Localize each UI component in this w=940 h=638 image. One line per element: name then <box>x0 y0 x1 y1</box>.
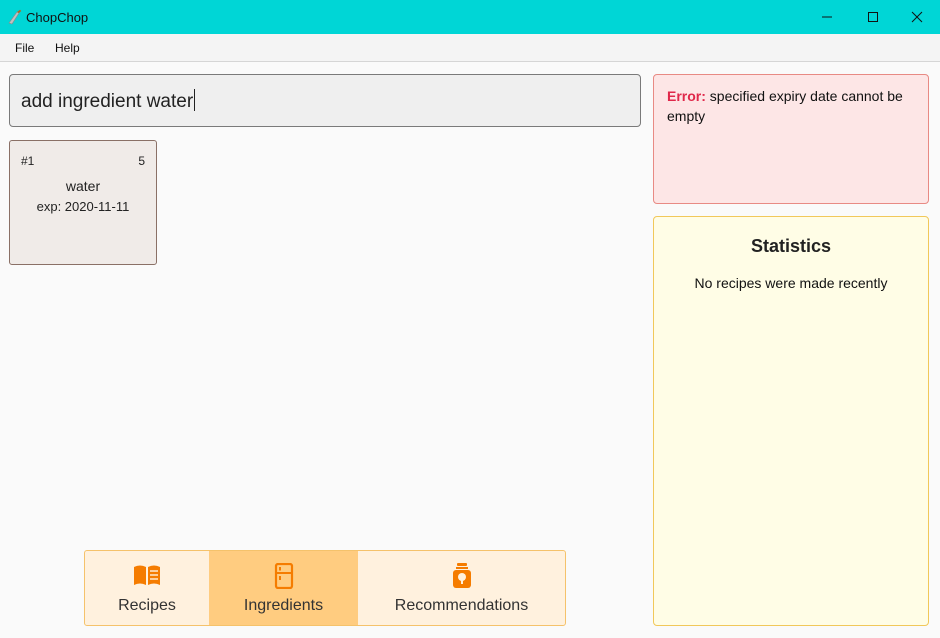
tab-recommendations[interactable]: Recommendations <box>358 551 565 625</box>
menu-help[interactable]: Help <box>55 41 80 55</box>
title-bar: ChopChop <box>0 0 940 34</box>
error-message: Error: specified expiry date cannot be e… <box>667 86 917 126</box>
command-input[interactable]: add ingredient water <box>9 74 641 127</box>
minimize-icon <box>822 16 832 18</box>
menu-bar: File Help <box>0 34 940 62</box>
minimize-button[interactable] <box>804 0 850 34</box>
view-tabs: Recipes Ingredients Recommendations <box>84 550 566 626</box>
ingredient-index: #1 <box>21 154 35 168</box>
statistics-message: No recipes were made recently <box>694 275 888 291</box>
ingredient-card[interactable]: #1 5 water exp: 2020-11-11 <box>9 140 157 265</box>
close-icon <box>911 11 923 23</box>
ingredient-expiry: exp: 2020-11-11 <box>36 199 130 214</box>
knife-icon <box>8 9 22 25</box>
menu-file[interactable]: File <box>15 41 34 55</box>
fridge-icon <box>274 563 293 589</box>
statistics-title: Statistics <box>750 236 832 256</box>
command-text: add ingredient water <box>21 91 194 112</box>
result-display: Error: specified expiry date cannot be e… <box>653 74 929 204</box>
error-label: Error: <box>667 88 706 104</box>
maximize-button[interactable] <box>850 0 896 34</box>
book-icon <box>134 565 160 585</box>
tab-ingredients[interactable]: Ingredients <box>209 551 358 625</box>
tab-recipes[interactable]: Recipes <box>85 551 209 625</box>
maximize-icon <box>868 12 878 22</box>
window-title: ChopChop <box>26 10 89 25</box>
command-text-wrapper: add ingredient water <box>21 89 196 113</box>
statistics-panel: Statistics No recipes were made recently <box>653 216 929 626</box>
ingredient-name: water <box>65 178 101 194</box>
close-button[interactable] <box>894 0 940 34</box>
tab-recipes-label: Recipes <box>118 597 176 614</box>
tab-recommendations-label: Recommendations <box>394 597 529 614</box>
ingredient-quantity: 5 <box>138 154 145 168</box>
tab-ingredients-label: Ingredients <box>243 597 324 614</box>
jar-icon <box>452 563 471 588</box>
text-caret <box>194 89 196 111</box>
